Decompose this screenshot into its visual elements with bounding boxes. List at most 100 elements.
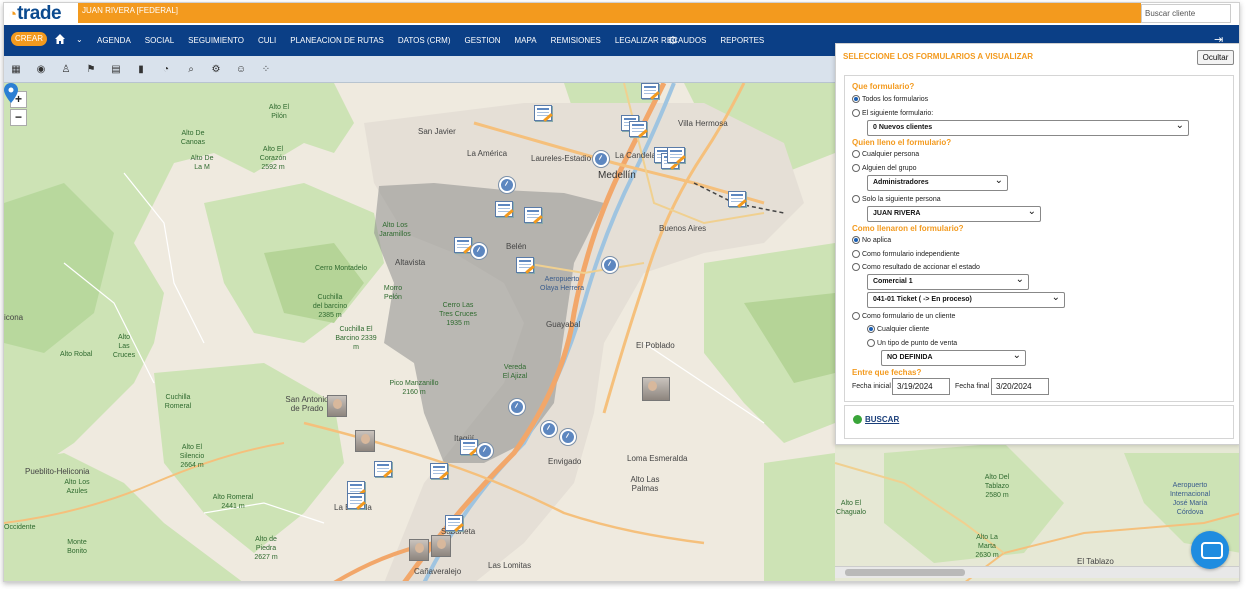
person-select[interactable]: JUAN RIVERA: [867, 205, 1041, 222]
create-button[interactable]: CREAR: [11, 32, 47, 46]
zoom-out-button[interactable]: −: [10, 109, 27, 126]
timer-icon[interactable]: ◔: [160, 63, 172, 75]
nav-item-planeacion-rutas[interactable]: PLANEACION DE RUTAS: [290, 36, 384, 45]
visit-marker[interactable]: [602, 257, 618, 273]
radio-button[interactable]: [852, 109, 860, 117]
zoom-search-icon[interactable]: ⌕: [185, 63, 197, 75]
nav-item-culi[interactable]: CULI: [258, 36, 276, 45]
form-marker[interactable]: [667, 147, 685, 163]
radio-button[interactable]: [852, 95, 860, 103]
form-marker[interactable]: [445, 515, 463, 531]
point-of-sale-select[interactable]: NO DEFINIDA: [881, 349, 1026, 366]
form-marker[interactable]: [454, 237, 472, 253]
radio-only-person[interactable]: Solo la siguiente persona: [852, 195, 941, 203]
person-photo-icon[interactable]: ☺: [235, 63, 247, 75]
visit-marker[interactable]: [509, 399, 525, 415]
radio-any-person[interactable]: Cualquier persona: [852, 150, 919, 158]
photo-marker[interactable]: [355, 430, 375, 452]
state-transition-select[interactable]: 041-01 Ticket ( -> En proceso): [867, 291, 1065, 308]
document-icon[interactable]: ▮: [135, 63, 147, 75]
peak-label: Cuchilla del barcino 2385 m: [312, 294, 348, 319]
place-label: Vereda El Ajizal: [502, 364, 528, 380]
photo-marker[interactable]: [409, 539, 429, 561]
chat-icon[interactable]: [1191, 531, 1229, 569]
logo-text: trade: [17, 3, 62, 24]
form-marker[interactable]: [641, 83, 659, 99]
nav-item-seguimiento[interactable]: SEGUIMIENTO: [188, 36, 244, 45]
form-marker[interactable]: [524, 207, 542, 223]
map-layers-icon[interactable]: ▦: [10, 63, 22, 75]
nav-item-remisiones[interactable]: REMISIONES: [551, 36, 601, 45]
radio-result-state[interactable]: Como resultado de accionar el estado: [852, 263, 980, 271]
place-label: San Javier: [418, 127, 456, 136]
map-horizontal-scrollbar[interactable]: [835, 566, 1239, 578]
form-marker[interactable]: [534, 105, 552, 121]
app-logo[interactable]: ◔ trade: [8, 3, 80, 25]
radio-group-member[interactable]: Alguien del grupo: [852, 164, 917, 172]
radio-client-form[interactable]: Como formulario de un cliente: [852, 312, 955, 320]
visit-marker[interactable]: [593, 151, 609, 167]
end-date-input[interactable]: 3/20/2024: [991, 378, 1049, 395]
home-icon[interactable]: [54, 33, 66, 45]
photo-marker[interactable]: [431, 535, 451, 557]
user-location-icon[interactable]: ◉: [35, 63, 47, 75]
place-label: Envigado: [548, 457, 582, 466]
chevron-down-icon[interactable]: ⌄: [76, 35, 83, 44]
nav-item-reportes[interactable]: REPORTES: [720, 36, 764, 45]
nav-item-datos-crm[interactable]: DATOS (CRM): [398, 36, 451, 45]
form-marker[interactable]: [495, 201, 513, 217]
settings-gear-icon[interactable]: ⚙: [668, 34, 678, 47]
radio-button[interactable]: [852, 312, 860, 320]
walker-icon[interactable]: ♙: [60, 63, 72, 75]
nav-item-legalizar-recaudos[interactable]: LEGALIZAR RECAUDOS: [615, 36, 707, 45]
radio-any-client[interactable]: Cualquier cliente: [867, 325, 929, 333]
radio-not-apply[interactable]: No aplica: [852, 236, 891, 244]
visit-marker[interactable]: [499, 177, 515, 193]
map-points-icon[interactable]: ⁘: [260, 63, 272, 75]
radio-independent-form[interactable]: Como formulario independiente: [852, 250, 960, 258]
visit-marker[interactable]: [560, 429, 576, 445]
search-label: BUSCAR: [865, 415, 900, 424]
radio-next-form[interactable]: El siguiente formulario:: [852, 109, 933, 117]
radio-button[interactable]: [852, 236, 860, 244]
location-pin-icon[interactable]: [4, 83, 18, 103]
radio-button[interactable]: [852, 263, 860, 271]
form-marker[interactable]: [347, 493, 365, 509]
form-marker[interactable]: [374, 461, 392, 477]
photo-marker[interactable]: [642, 377, 670, 401]
start-date-input[interactable]: 3/19/2024: [892, 378, 950, 395]
radio-button[interactable]: [867, 325, 875, 333]
search-button[interactable]: BUSCAR: [853, 415, 899, 424]
radio-button[interactable]: [867, 339, 875, 347]
scrollbar-thumb[interactable]: [845, 569, 965, 576]
form-marker[interactable]: [516, 257, 534, 273]
client-search-input[interactable]: [1141, 4, 1231, 23]
nav-item-gestion[interactable]: GESTION: [464, 36, 500, 45]
nav-item-social[interactable]: SOCIAL: [145, 36, 174, 45]
group-select[interactable]: Administradores: [867, 174, 1008, 191]
visit-marker[interactable]: [477, 443, 493, 459]
visit-marker[interactable]: [471, 243, 487, 259]
settings-icon[interactable]: ⚙: [210, 63, 222, 75]
form-select[interactable]: 0 Nuevos clientes: [867, 119, 1189, 136]
photo-marker[interactable]: [327, 395, 347, 417]
form-marker[interactable]: [460, 439, 478, 455]
nav-item-mapa[interactable]: MAPA: [515, 36, 537, 45]
radio-button[interactable]: [852, 150, 860, 158]
peak-label: Alto La Marta 2630 m: [975, 534, 999, 559]
place-label: Buenos Aires: [659, 224, 707, 233]
radio-button[interactable]: [852, 164, 860, 172]
state-select[interactable]: Comercial 1: [867, 273, 1029, 290]
radio-point-of-sale-type[interactable]: Un tipo de punto de venta: [867, 339, 957, 347]
radio-button[interactable]: [852, 250, 860, 258]
form-marker[interactable]: [629, 121, 647, 137]
route-flag-icon[interactable]: ⚑: [85, 63, 97, 75]
radio-button[interactable]: [852, 195, 860, 203]
radio-all-forms[interactable]: Todos los formularios: [852, 95, 928, 103]
form-marker[interactable]: [430, 463, 448, 479]
form-filter-icon[interactable]: ▤: [110, 63, 122, 75]
hide-panel-button[interactable]: Ocultar: [1197, 50, 1234, 65]
visit-marker[interactable]: [541, 421, 557, 437]
form-marker[interactable]: [728, 191, 746, 207]
nav-item-agenda[interactable]: AGENDA: [97, 36, 131, 45]
